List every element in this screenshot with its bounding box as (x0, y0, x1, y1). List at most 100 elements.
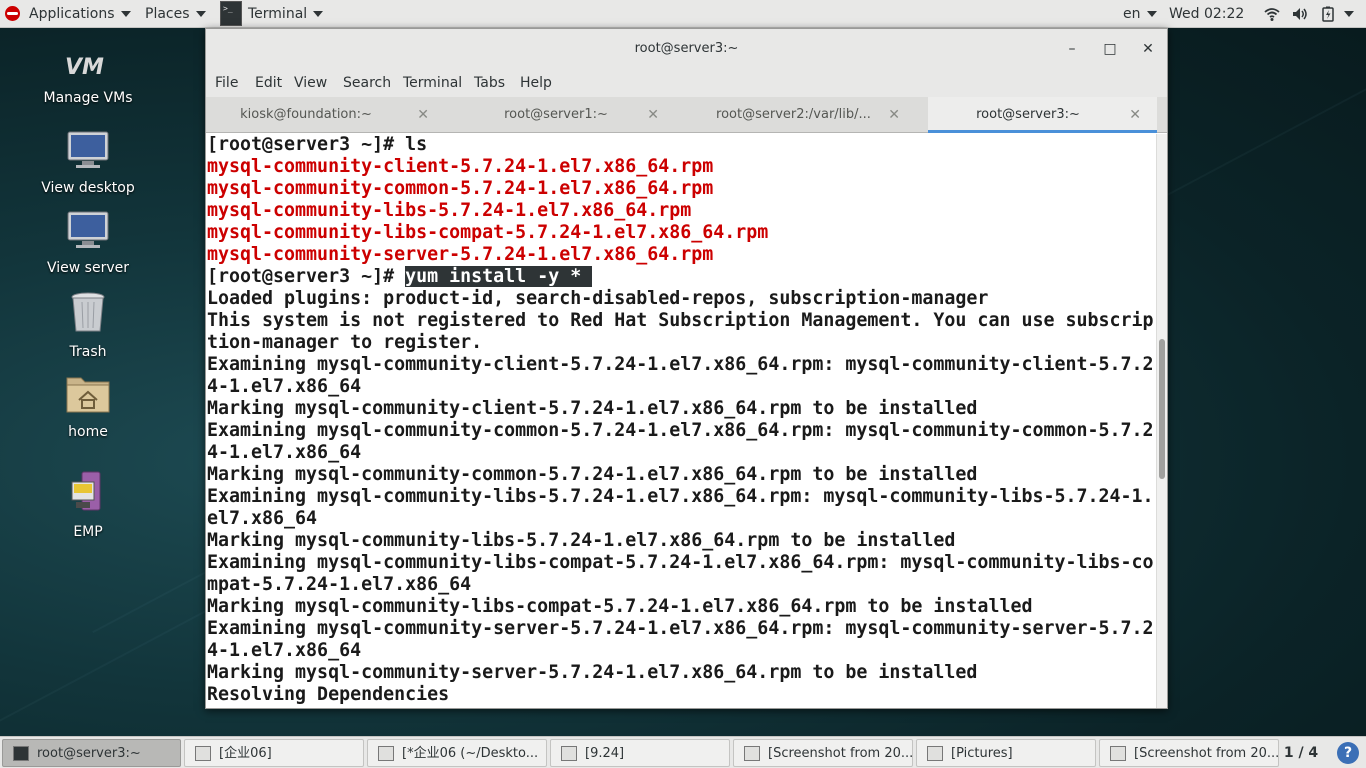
chevron-down-icon (195, 11, 206, 17)
folder-icon (561, 746, 577, 761)
menu-search[interactable]: Search (343, 69, 391, 97)
terminal-line: [root@server3 ~]# yum install -y * (207, 266, 1156, 288)
terminal-line: Marking mysql-community-libs-compat-5.7.… (207, 596, 1156, 618)
text-editor-icon (378, 746, 394, 761)
terminal-line: Examining mysql-community-server-5.7.24-… (207, 618, 1156, 640)
task-label: [*企业06 (~/Deskto... (402, 746, 539, 761)
system-menu[interactable] (1344, 0, 1354, 28)
terminal-line: Marking mysql-community-libs-5.7.24-1.el… (207, 530, 1156, 552)
task-label: [Screenshot from 20... (1134, 746, 1279, 761)
top-panel: Applications Places Terminal en Wed 02:2… (0, 0, 1366, 28)
terminal-icon (220, 1, 242, 26)
task-label: [Pictures] (951, 746, 1013, 761)
task-screenshot-1[interactable]: [Screenshot from 20... (733, 739, 913, 767)
terminal-line-text: Examining mysql-community-common-5.7.24-… (207, 420, 1154, 441)
tab-bar: kiosk@foundation:~ ✕ root@server1:~ ✕ ro… (206, 97, 1167, 133)
task-root-server3[interactable]: root@server3:~ (2, 739, 181, 767)
clock-label: Wed 02:22 (1169, 6, 1245, 22)
terminal-line-text: mysql-community-server-5.7.24-1.el7.x86_… (207, 244, 714, 265)
terminal-line-text: [root@server3 ~]# (207, 266, 406, 287)
chevron-down-icon (120, 11, 131, 17)
tab-kiosk-foundation[interactable]: kiosk@foundation:~ ✕ (206, 97, 446, 133)
terminal-line-text: Examining mysql-community-server-5.7.24-… (207, 618, 1154, 639)
terminal-line: [root@server3 ~]# ls (207, 134, 1156, 156)
window-title: root@server3:~ (634, 41, 739, 56)
folder-icon (927, 746, 943, 761)
menu-terminal[interactable]: Terminal (403, 69, 462, 97)
terminal-line-text: This system is not registered to Red Hat… (207, 310, 1154, 331)
close-button[interactable]: ✕ (1138, 39, 1158, 59)
volume-icon[interactable] (1292, 6, 1308, 22)
tab-server1[interactable]: root@server1:~ ✕ (446, 97, 686, 133)
maximize-button[interactable]: □ (1100, 39, 1120, 59)
monitor-icon (67, 211, 109, 248)
workspace-indicator[interactable]: 1 / 4 (1276, 737, 1326, 768)
scrollbar-thumb[interactable] (1159, 339, 1165, 479)
terminal-line: mysql-community-libs-5.7.24-1.el7.x86_64… (207, 200, 1156, 222)
desktop-icon-emp[interactable]: EMP (28, 470, 148, 540)
tab-close-icon[interactable]: ✕ (647, 97, 659, 133)
applications-menu[interactable]: Applications (29, 0, 131, 28)
terminal-line: mysql-community-client-5.7.24-1.el7.x86_… (207, 156, 1156, 178)
terminal-line: Marking mysql-community-common-5.7.24-1.… (207, 464, 1156, 486)
menu-file[interactable]: File (215, 69, 238, 97)
terminal-line-text: mysql-community-libs-5.7.24-1.el7.x86_64… (207, 200, 692, 221)
terminal-output[interactable]: [root@server3 ~]# ls mysql-community-clie… (206, 134, 1156, 708)
desktop-icon-home[interactable]: home (28, 372, 148, 440)
terminal-line: Marking mysql-community-server-5.7.24-1.… (207, 662, 1156, 684)
terminal-line-text: mysql-community-client-5.7.24-1.el7.x86_… (207, 156, 714, 177)
menu-help[interactable]: Help (520, 69, 552, 97)
bottom-panel: root@server3:~ [企业06] [*企业06 (~/Deskto..… (0, 736, 1366, 768)
language-selector[interactable]: en (1123, 0, 1157, 28)
tab-server2[interactable]: root@server2:/var/lib/... ✕ (686, 97, 926, 133)
tab-close-icon[interactable]: ✕ (1129, 97, 1141, 133)
terminal-line-text: Marking mysql-community-libs-compat-5.7.… (207, 596, 1033, 617)
terminal-scrollbar[interactable] (1156, 134, 1167, 708)
terminal-app-menu[interactable]: Terminal (248, 0, 324, 28)
minimize-button[interactable]: – (1062, 39, 1082, 59)
desktop-icon-manage-vms[interactable]: VM Manage VMs (28, 50, 148, 106)
task-folder-qiye06[interactable]: [企业06] (184, 739, 364, 767)
emp-icon (71, 471, 101, 511)
tab-server3[interactable]: root@server3:~ ✕ (928, 97, 1157, 133)
chevron-down-icon (313, 11, 324, 17)
desktop-icon-trash[interactable]: Trash (28, 290, 148, 360)
terminal-line: 4-1.el7.x86_64 (207, 376, 1156, 398)
clock[interactable]: Wed 02:22 (1169, 0, 1244, 28)
task-label: [Screenshot from 20... (768, 746, 913, 761)
tab-label: root@server2:/var/lib/... (716, 107, 871, 122)
menu-edit[interactable]: Edit (255, 69, 282, 97)
menu-view[interactable]: View (294, 69, 327, 97)
places-menu[interactable]: Places (145, 0, 206, 28)
terminal-line-text: 4-1.el7.x86_64 (207, 376, 362, 397)
tab-label: root@server1:~ (504, 107, 608, 122)
terminal-line-text: el7.x86_64 (207, 508, 318, 529)
image-viewer-icon (744, 746, 760, 761)
terminal-line: tion-manager to register. (207, 332, 1156, 354)
tab-close-icon[interactable]: ✕ (417, 97, 429, 133)
desktop-icon-view-desktop[interactable]: View desktop (28, 130, 148, 196)
task-screenshot-2[interactable]: [Screenshot from 20... (1099, 739, 1279, 767)
task-editor-qiye06[interactable]: [*企业06 (~/Deskto... (367, 739, 547, 767)
tab-close-icon[interactable]: ✕ (888, 97, 900, 133)
menu-tabs[interactable]: Tabs (474, 69, 505, 97)
task-folder-924[interactable]: [9.24] (550, 739, 730, 767)
desktop-icon-label: Manage VMs (43, 90, 133, 106)
menu-bar: File Edit View Search Terminal Tabs Help (206, 69, 1167, 97)
wifi-icon[interactable] (1264, 6, 1280, 22)
trash-icon (71, 292, 105, 332)
desktop-icon-label: Trash (69, 344, 107, 360)
terminal-line-text: Examining mysql-community-libs-compat-5.… (207, 552, 1154, 573)
window-titlebar[interactable]: root@server3:~ – □ ✕ (206, 29, 1167, 69)
terminal-line: mysql-community-server-5.7.24-1.el7.x86_… (207, 244, 1156, 266)
task-pictures[interactable]: [Pictures] (916, 739, 1096, 767)
help-icon[interactable]: ? (1337, 742, 1359, 764)
chevron-down-icon (1146, 11, 1157, 17)
chevron-down-icon (1344, 11, 1354, 17)
vm-icon: VM (65, 55, 104, 80)
battery-icon[interactable] (1320, 6, 1336, 22)
terminal-line: mysql-community-common-5.7.24-1.el7.x86_… (207, 178, 1156, 200)
terminal-line: Examining mysql-community-client-5.7.24-… (207, 354, 1156, 376)
terminal-line-text: Marking mysql-community-server-5.7.24-1.… (207, 662, 978, 683)
desktop-icon-view-server[interactable]: View server (28, 210, 148, 276)
